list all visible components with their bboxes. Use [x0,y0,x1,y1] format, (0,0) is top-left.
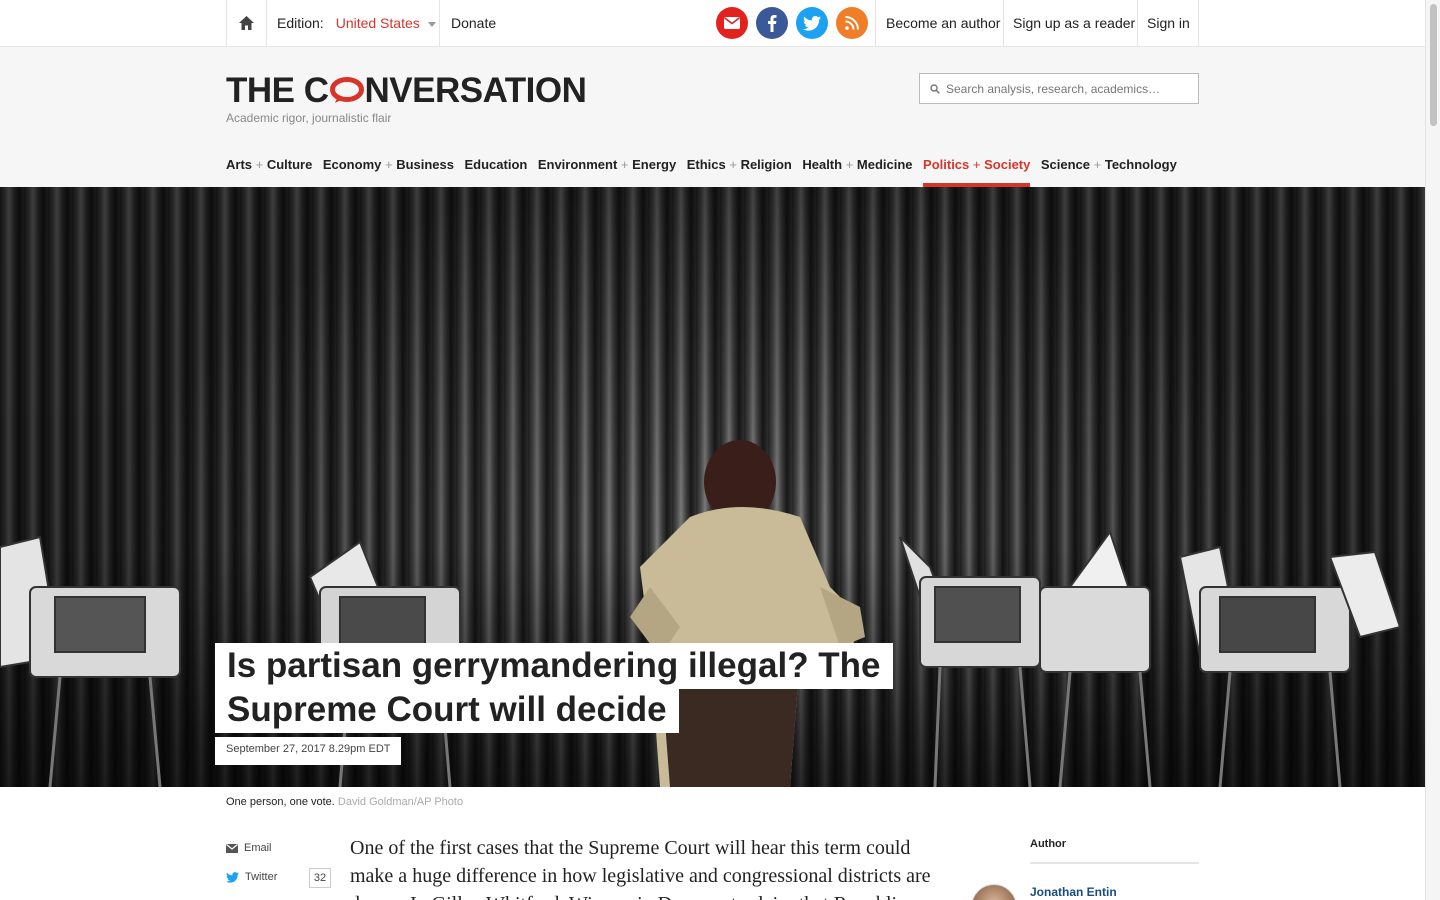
facebook-icon [768,15,777,32]
share-email[interactable]: Email [226,842,272,854]
logo-text-start: THE C [226,71,329,110]
nav-item-ethics-religion[interactable]: Ethics + Religion [687,157,792,187]
nav-label: Culture [266,157,313,172]
sign-in-link[interactable]: Sign in [1147,15,1190,31]
share-email-label: Email [244,842,272,854]
home-icon [239,16,254,30]
facebook-social-button[interactable] [756,7,788,39]
author-heading: Author [1030,838,1067,850]
top-bar: Edition: United States Donate Become an a… [0,0,1425,47]
nav-label: Medicine [856,157,913,172]
nav-item-science-technology[interactable]: Science + Technology [1041,157,1177,187]
twitter-social-button[interactable] [796,7,828,39]
nav-plus: + [617,157,633,172]
twitter-icon [226,871,239,883]
site-logo[interactable]: THE C NVERSATION [226,71,587,111]
nav-label: Education [464,157,528,172]
nav-label: Business [396,157,454,172]
nav-plus: + [969,157,985,172]
rss-social-button[interactable] [836,7,868,39]
nav-label: Technology [1104,157,1177,172]
hero-image: Is partisan gerrymandering illegal? The … [0,187,1425,787]
nav-item-environment-energy[interactable]: Environment + Energy [538,157,676,187]
nav-item-education[interactable]: Education [465,157,528,187]
author-name-link[interactable]: Jonathan Entin [1030,885,1117,899]
divider [1198,0,1199,46]
edition-selector[interactable]: Edition: United States [277,15,436,31]
divider [439,0,440,46]
logo-text-end: NVERSATION [364,71,587,110]
nav-item-health-medicine[interactable]: Health + Medicine [802,157,912,187]
home-button[interactable] [226,0,267,46]
donate-link[interactable]: Donate [451,15,496,31]
nav-label: Energy [632,157,677,172]
edition-label: Edition: [277,15,324,31]
nav-label: Politics [923,157,970,172]
nav-label: Arts [226,157,253,172]
nav-label: Society [984,157,1031,172]
envelope-icon [226,843,238,853]
twitter-share-count: 32 [309,868,331,888]
email-social-button[interactable] [716,7,748,39]
nav-label: Environment [537,157,618,172]
nav-label: Ethics [686,157,726,172]
nav-plus: + [725,157,741,172]
share-twitter[interactable]: Twitter [226,871,277,883]
voting-booths-illustration [0,440,1402,787]
edition-value: United States [335,15,420,31]
author-avatar[interactable] [971,884,1017,900]
nav-plus: + [842,157,857,172]
divider [1030,862,1199,864]
body-line: One of the first cases that the Supreme … [350,837,911,859]
photo-credit: David Goldman/AP Photo [337,796,464,808]
article-date: September 27, 2017 8.29pm EDT [215,737,402,765]
divider [1137,0,1138,46]
page-scrollbar[interactable] [1425,0,1440,900]
body-line: make a huge difference in how legislativ… [350,865,931,887]
nav-label: Religion [740,157,792,172]
sign-up-link[interactable]: Sign up as a reader [1013,15,1135,31]
search-box[interactable] [919,73,1199,104]
body-line: drawn. In Gill v. Whitford, Wisconsin De… [350,890,950,900]
image-caption: One person, one vote. David Goldman/AP P… [226,796,463,808]
nav-plus: + [252,157,267,172]
nav-item-politics-society[interactable]: Politics + Society [923,157,1031,187]
search-input[interactable] [946,81,1186,96]
article-title-line1: Is partisan gerrymandering illegal? The [215,643,893,689]
article-body: One of the first cases that the Supreme … [350,834,950,900]
speech-bubble-icon [329,72,364,103]
nav-item-economy-business[interactable]: Economy + Business [323,157,454,187]
scrollbar-thumb[interactable] [1430,4,1437,126]
divider [875,0,876,46]
caption-text: One person, one vote. [226,796,335,808]
divider [1003,0,1004,46]
nav-label: Economy [322,157,382,172]
share-twitter-label: Twitter [245,871,278,883]
nav-label: Health [802,157,843,172]
site-header: THE C NVERSATION Academic rigor, journali… [0,47,1425,187]
site-tagline: Academic rigor, journalistic flair [226,111,392,125]
twitter-icon [803,15,821,31]
search-icon [930,83,940,94]
envelope-icon [724,17,740,29]
become-author-link[interactable]: Become an author [886,15,1000,31]
article-title-line2: Supreme Court will decide [215,687,679,733]
chevron-down-icon [427,21,436,27]
section-nav: Arts + Culture Economy + Business Educat… [226,157,1187,187]
rss-icon [845,16,859,30]
nav-plus: + [381,157,397,172]
nav-item-arts-culture[interactable]: Arts + Culture [226,157,312,187]
nav-plus: + [1090,157,1105,172]
nav-label: Science [1040,157,1091,172]
